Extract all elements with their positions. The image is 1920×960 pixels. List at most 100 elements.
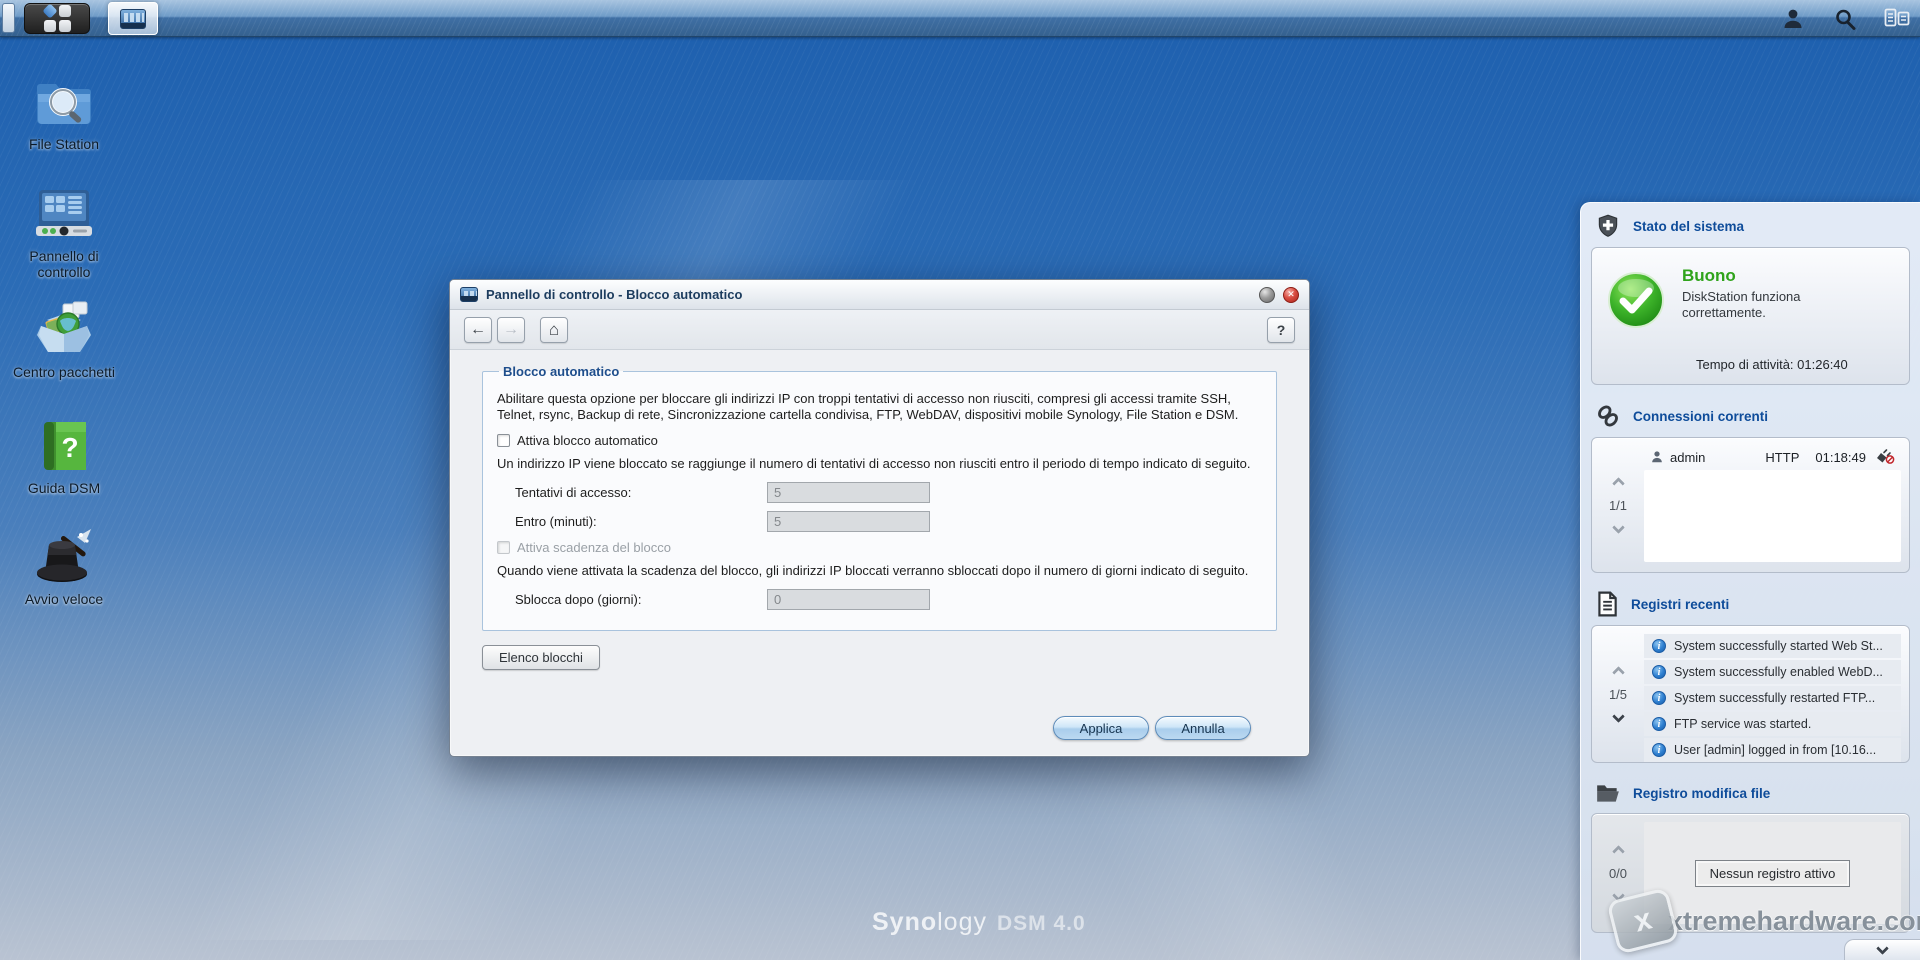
auto-block-fieldset: Blocco automatico Abilitare questa opzio… [482, 364, 1277, 631]
home-icon: ⌂ [548, 319, 560, 339]
desktop-icon-control-panel[interactable]: Pannello di controllo [0, 184, 128, 280]
quick-start-icon [37, 529, 91, 582]
page-down-icon[interactable] [1611, 520, 1625, 534]
enable-auto-block-row: Attiva blocco automatico [497, 433, 1262, 448]
back-button[interactable]: ← [464, 316, 492, 343]
connection-user: admin [1670, 449, 1706, 465]
cancel-button[interactable]: Annulla [1155, 716, 1251, 740]
recent-logs-card: 1/5 i System successfully started Web St… [1591, 625, 1910, 763]
unblock-days-input[interactable] [767, 589, 930, 610]
section-title: Registri recenti [1631, 596, 1730, 612]
shield-icon [1598, 214, 1618, 237]
home-button[interactable]: ⌂ [540, 316, 568, 343]
window-toolbar: ← → ⌂ ? [450, 310, 1309, 350]
desktop-icon-label: File Station [28, 136, 100, 152]
log-document-icon [1598, 591, 1617, 617]
recent-logs-header: Registri recenti [1581, 581, 1920, 623]
brand-version: DSM 4.0 [997, 912, 1086, 935]
within-minutes-row: Entro (minuti): [515, 511, 1262, 532]
log-text: System successfully restarted FTP... [1674, 691, 1876, 705]
login-attempts-row: Tentativi di accesso: [515, 482, 1262, 503]
page-down-icon[interactable] [1611, 709, 1625, 723]
section-title: Registro modifica file [1633, 785, 1771, 801]
info-icon: i [1652, 665, 1666, 679]
desktop-icon-label: Guida DSM [27, 480, 101, 496]
brand-rest: logy [937, 908, 987, 936]
show-desktop-button[interactable] [2, 3, 15, 33]
desktop-icon-package-center[interactable]: Centro pacchetti [0, 300, 128, 380]
file-log-pager: 0/0 [1592, 814, 1644, 932]
fieldset-legend: Blocco automatico [503, 364, 620, 379]
pilot-view-icon [1884, 8, 1910, 26]
desktop-icon-label: Centro pacchetti [13, 364, 115, 380]
user-icon [1784, 9, 1802, 28]
link-icon [1598, 405, 1618, 427]
widget-panel-collapse-button[interactable] [1844, 939, 1920, 960]
folder-open-icon [1597, 785, 1619, 802]
widget-panel: Stato del sistema Buono DiskStation funz… [1580, 202, 1920, 960]
page-indicator: 1/5 [1608, 686, 1628, 702]
desktop-icon-dsm-help[interactable]: ? Guida DSM [0, 418, 128, 496]
log-row[interactable]: i System successfully enabled WebD... [1644, 660, 1901, 684]
login-attempts-input[interactable] [767, 482, 930, 503]
desktop-icon-quick-start[interactable]: Avvio veloce [0, 527, 128, 607]
unblock-days-row: Sblocca dopo (giorni): [515, 589, 1262, 610]
taskbar-texture [0, 0, 1920, 36]
section-title: Connessioni correnti [1633, 408, 1769, 424]
page-indicator: 1/1 [1608, 497, 1628, 513]
log-row[interactable]: i System successfully started Web St... [1644, 634, 1901, 658]
window-title: Pannello di controllo - Blocco automatic… [486, 287, 743, 302]
status-ok-icon [1608, 272, 1664, 328]
log-row[interactable]: i User [admin] logged in from [10.16... [1644, 738, 1901, 762]
file-change-log-header: Registro modifica file [1581, 771, 1920, 811]
log-row[interactable]: i FTP service was started. [1644, 712, 1901, 736]
apply-button[interactable]: Applica [1053, 716, 1149, 740]
file-log-empty-area: Nessun registro attivo [1644, 822, 1901, 924]
minimize-button[interactable] [1259, 286, 1275, 303]
enable-expiry-checkbox[interactable] [497, 541, 510, 554]
log-row[interactable]: i System successfully restarted FTP... [1644, 686, 1901, 710]
pilot-view-button[interactable] [1884, 6, 1910, 32]
user-menu-button[interactable] [1780, 6, 1806, 32]
taskbar [0, 0, 1920, 37]
info-icon: i [1652, 691, 1666, 705]
taskbar-app-control-panel[interactable] [108, 2, 158, 35]
enable-auto-block-checkbox[interactable] [497, 434, 510, 447]
disconnect-button[interactable] [1875, 448, 1895, 467]
info-icon: i [1652, 717, 1666, 731]
enable-expiry-label: Attiva scadenza del blocco [517, 540, 671, 555]
synology-watermark: Synology DSM 4.0 [872, 908, 1086, 937]
system-status-card: Buono DiskStation funziona correttamente… [1591, 247, 1910, 385]
system-status-header: Stato del sistema [1581, 203, 1920, 245]
desktop-icon-file-station[interactable]: File Station [0, 72, 128, 152]
page-down-icon[interactable] [1611, 888, 1625, 902]
page-up-icon[interactable] [1611, 844, 1625, 858]
enable-expiry-row: Attiva scadenza del blocco [497, 540, 1262, 555]
page-up-icon[interactable] [1611, 476, 1625, 490]
within-minutes-input[interactable] [767, 511, 930, 532]
connection-protocol: HTTP [1765, 449, 1800, 465]
forward-icon: → [503, 320, 519, 338]
log-text: FTP service was started. [1674, 717, 1812, 731]
block-list-button[interactable]: Elenco blocchi [482, 645, 600, 670]
main-menu-button[interactable] [24, 3, 90, 34]
help-button[interactable]: ? [1267, 316, 1295, 343]
window-titlebar[interactable]: Pannello di controllo - Blocco automatic… [450, 280, 1309, 310]
dialog-footer: Applica Annulla [1053, 716, 1251, 740]
page-up-icon[interactable] [1611, 665, 1625, 679]
search-button[interactable] [1832, 6, 1858, 32]
section-title: Stato del sistema [1633, 218, 1745, 234]
forward-button[interactable]: → [497, 316, 525, 343]
user-icon [1652, 451, 1662, 463]
log-text: System successfully started Web St... [1674, 639, 1883, 653]
close-button[interactable]: ✕ [1283, 286, 1299, 303]
window-title-icon [460, 287, 478, 302]
enable-note: Un indirizzo IP viene bloccato se raggiu… [497, 456, 1251, 471]
close-icon: ✕ [1287, 289, 1295, 299]
desktop-icon-label: Pannello di controllo [29, 248, 99, 280]
desktop: File Station Pannello di controllo Centr… [0, 0, 1920, 960]
connections-header: Connessioni correnti [1581, 393, 1920, 435]
info-icon: i [1652, 743, 1666, 757]
taskbar-right-area [1780, 0, 1910, 37]
svg-text:?: ? [61, 432, 78, 463]
